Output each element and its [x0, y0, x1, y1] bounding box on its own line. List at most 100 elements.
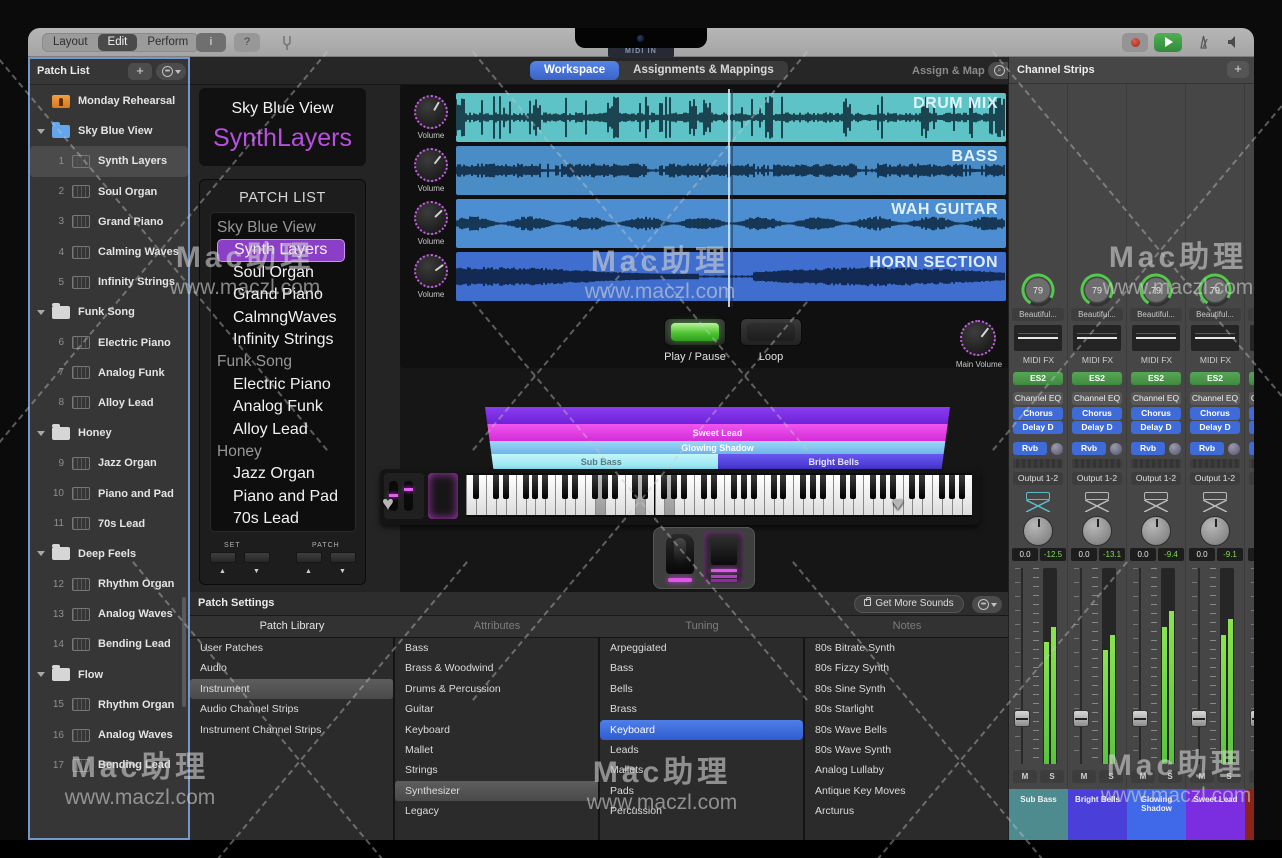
fader-cap[interactable]	[1014, 710, 1030, 727]
library-row[interactable]: Leads	[600, 740, 803, 760]
sidebar-scrollbar[interactable]	[182, 597, 186, 707]
black-key[interactable]	[503, 475, 509, 499]
layer-band-top[interactable]	[485, 407, 950, 424]
mode-button-perform[interactable]: Perform	[137, 34, 198, 51]
library-row[interactable]: Bells	[600, 679, 803, 699]
patch-list-entry[interactable]: 70s Lead	[217, 508, 355, 530]
black-key[interactable]	[632, 475, 638, 499]
output-slot[interactable]: Output 1-2	[1190, 472, 1240, 485]
library-row[interactable]: Synthesizer	[395, 781, 598, 801]
patch-list-entry[interactable]: CalmngWaves	[217, 307, 355, 329]
eq-thumbnail[interactable]	[1250, 325, 1254, 351]
chorus-slot[interactable]: Chorus	[1013, 407, 1063, 420]
black-key[interactable]	[612, 475, 618, 499]
patch-list-entry[interactable]: Sky Blue View	[217, 217, 355, 239]
tab-assignments-mappings[interactable]: Assignments & Mappings	[619, 61, 788, 80]
track-bass[interactable]: BASS	[456, 146, 1006, 195]
record-button[interactable]	[1122, 33, 1148, 52]
favorite-heart-right-icon[interactable]: ♥	[892, 493, 904, 516]
sidebar-item-calming-waves[interactable]: 4Calming Waves	[30, 237, 188, 267]
solo-button[interactable]: S	[1040, 770, 1064, 783]
patch-settings-tab-notes[interactable]: Notes	[805, 620, 1009, 632]
get-more-sounds-button[interactable]: Get More Sounds	[854, 595, 964, 613]
instrument-slot[interactable]: ES2	[1190, 372, 1240, 385]
speaker-icon[interactable]	[1226, 34, 1241, 50]
black-key[interactable]	[820, 475, 826, 499]
black-key[interactable]	[572, 475, 578, 499]
play-pause-button[interactable]	[664, 318, 726, 346]
add-patch-button[interactable]: +	[128, 63, 152, 80]
black-key[interactable]	[661, 475, 667, 499]
sidebar-item-funk-song[interactable]: Funk Song	[30, 297, 188, 327]
fader-cap[interactable]	[1132, 710, 1148, 727]
library-row[interactable]: Instrument Channel Strips	[190, 720, 393, 740]
volume-fader[interactable]	[1074, 568, 1088, 764]
reverb-send-slot[interactable]: Rvb	[1190, 442, 1224, 455]
sidebar-item-deep-feels[interactable]: Deep Feels	[30, 539, 188, 569]
smart-control-pad[interactable]	[428, 473, 458, 519]
pan-knob[interactable]	[1141, 516, 1171, 546]
onscreen-keyboard[interactable]	[380, 469, 980, 525]
library-row[interactable]: 80s Starlight	[805, 699, 1008, 719]
black-key[interactable]	[880, 475, 886, 499]
library-row[interactable]: Brass	[600, 699, 803, 719]
library-row[interactable]: Brass & Woodwind	[395, 658, 598, 678]
layer-sub-bass[interactable]: Sub Bass	[485, 454, 718, 469]
sidebar-item-infinity-strings[interactable]: 5Infinity Strings	[30, 267, 188, 297]
patch-settings-tab-patch-library[interactable]: Patch Library	[190, 620, 394, 632]
library-row[interactable]: Strings	[395, 760, 598, 780]
patch-list-entry[interactable]: Funk Song	[217, 351, 355, 373]
pan-knob[interactable]	[1023, 516, 1053, 546]
layer-bright-bells[interactable]: Bright Bells	[718, 454, 951, 469]
library-row[interactable]: Percussion	[600, 801, 803, 821]
black-key[interactable]	[939, 475, 945, 499]
library-row[interactable]: 80s Wave Bells	[805, 720, 1008, 740]
track-drum[interactable]: DRUM MIX	[456, 93, 1006, 142]
library-row[interactable]: Arcturus	[805, 801, 1008, 821]
patch-list-entry[interactable]: Honey	[217, 441, 355, 463]
black-key[interactable]	[642, 475, 648, 499]
strip-level-knob[interactable]: 79	[1139, 273, 1173, 307]
patch-prev-button[interactable]	[296, 552, 322, 563]
expression-pedal[interactable]	[666, 534, 694, 574]
sidebar-item-soul-organ[interactable]: 2Soul Organ	[30, 177, 188, 207]
black-key[interactable]	[701, 475, 707, 499]
eq-thumbnail[interactable]	[1132, 325, 1180, 351]
library-row[interactable]: Mallets	[600, 760, 803, 780]
output-slot[interactable]: Output 1-2	[1013, 472, 1063, 485]
black-key[interactable]	[751, 475, 757, 499]
output-slot[interactable]: Output 1-2	[1072, 472, 1122, 485]
black-key[interactable]	[800, 475, 806, 499]
patch-list-entry[interactable]: Piano and Pad	[217, 486, 355, 508]
black-key[interactable]	[681, 475, 687, 499]
playhead[interactable]	[728, 89, 730, 307]
delay-slot[interactable]: Delay D	[1249, 421, 1254, 434]
patch-list-entry[interactable]: Synth Layers	[217, 239, 345, 261]
chorus-slot[interactable]: Chorus	[1131, 407, 1181, 420]
mute-button[interactable]: M	[1131, 770, 1155, 783]
patch-settings-tab-tuning[interactable]: Tuning	[600, 620, 804, 632]
set-prev-button[interactable]	[210, 552, 236, 563]
library-row[interactable]: 80s Wave Synth	[805, 740, 1008, 760]
black-key[interactable]	[731, 475, 737, 499]
black-key[interactable]	[523, 475, 529, 499]
volume-fader[interactable]	[1192, 568, 1206, 764]
patch-settings-tab-attributes[interactable]: Attributes	[395, 620, 599, 632]
disclosure-triangle-icon[interactable]	[37, 431, 45, 436]
set-next-button[interactable]	[244, 552, 270, 563]
pan-knob[interactable]	[1082, 516, 1112, 546]
track-volume-knob[interactable]	[414, 254, 448, 288]
black-key[interactable]	[959, 475, 965, 499]
mute-button[interactable]: M	[1013, 770, 1037, 783]
library-row[interactable]: Drums & Percussion	[395, 679, 598, 699]
mode-button-edit[interactable]: Edit	[98, 34, 138, 51]
track-wah[interactable]: WAH GUITAR	[456, 199, 1006, 248]
library-row[interactable]: Audio Channel Strips	[190, 699, 393, 719]
solo-button[interactable]: S	[1217, 770, 1241, 783]
eq-thumbnail[interactable]	[1014, 325, 1062, 351]
black-key[interactable]	[542, 475, 548, 499]
library-row[interactable]: 80s Bitrate Synth	[805, 638, 1008, 658]
metronome-icon[interactable]	[1196, 34, 1211, 50]
disclosure-triangle-icon[interactable]	[37, 551, 45, 556]
patch-list-entry[interactable]: Analog Funk	[217, 396, 355, 418]
